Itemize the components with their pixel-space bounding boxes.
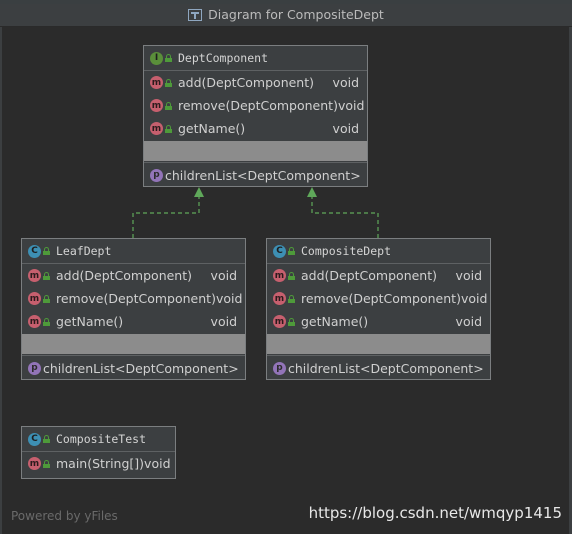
property-icon: p (28, 361, 41, 375)
method-name: add(DeptComponent) (178, 75, 315, 90)
public-lock-icon (288, 294, 295, 303)
method-row[interactable]: m getName() void (22, 310, 245, 333)
method-icon: m (28, 269, 41, 282)
method-row[interactable]: m remove(DeptComponent) void (144, 94, 367, 117)
inheritance-arrowhead-left (194, 187, 204, 197)
field-type: List<DeptComponent> (338, 360, 484, 376)
method-icon: m (28, 292, 41, 305)
public-lock-icon (288, 247, 295, 255)
method-type: void (332, 121, 359, 136)
method-type: void (215, 291, 243, 306)
compartment-separator (267, 334, 490, 354)
class-name: CompositeTest (56, 432, 147, 446)
field-row[interactable]: p children List<DeptComponent> (267, 355, 490, 380)
interface-icon: I (150, 51, 163, 65)
method-row[interactable]: m add(DeptComponent) void (144, 71, 367, 94)
method-icon: m (150, 99, 163, 112)
method-name: getName() (56, 314, 124, 329)
public-lock-icon (288, 317, 295, 326)
method-type: void (210, 314, 237, 329)
method-type: void (332, 75, 359, 90)
field-name: children (165, 167, 216, 183)
method-row[interactable]: m getName() void (144, 117, 367, 140)
method-icon: m (150, 122, 163, 135)
method-row[interactable]: m remove(DeptComponent) void (267, 287, 490, 310)
class-icon: C (28, 244, 41, 258)
method-name: add(DeptComponent) (301, 268, 438, 283)
field-name: children (43, 360, 94, 376)
method-row[interactable]: m remove(DeptComponent) void (22, 287, 245, 310)
class-icon: C (28, 432, 41, 446)
method-type: void (144, 456, 171, 471)
class-name: LeafDept (56, 244, 112, 258)
powered-by-label: Powered by yFiles (11, 509, 118, 523)
method-name: remove(DeptComponent) (178, 98, 338, 113)
method-icon: m (28, 457, 41, 470)
method-icon: m (273, 315, 286, 328)
field-type: List<DeptComponent> (93, 360, 239, 376)
node-compositedept[interactable]: C CompositeDept m add(DeptComponent) voi… (266, 238, 491, 380)
method-name: remove(DeptComponent) (301, 291, 461, 306)
method-row[interactable]: m add(DeptComponent) void (267, 264, 490, 287)
method-row[interactable]: m getName() void (267, 310, 490, 333)
node-header[interactable]: C CompositeTest (22, 427, 175, 452)
public-lock-icon (165, 124, 172, 133)
method-type: void (455, 268, 482, 283)
node-header[interactable]: C LeafDept (22, 239, 245, 264)
property-icon: p (273, 361, 286, 375)
field-type: List<DeptComponent> (215, 167, 361, 183)
public-lock-icon (165, 54, 172, 62)
compartment-separator (144, 141, 367, 161)
edge-compositedept-to-deptcomponent (311, 197, 379, 238)
public-lock-icon (165, 101, 172, 110)
method-row[interactable]: m main(String[]) void (22, 452, 175, 475)
public-lock-icon (165, 78, 172, 87)
method-name: add(DeptComponent) (56, 268, 193, 283)
method-icon: m (150, 76, 163, 89)
node-deptcomponent[interactable]: I DeptComponent m add(DeptComponent) voi… (143, 45, 368, 187)
edge-leafdept-to-deptcomponent (132, 197, 200, 238)
inheritance-arrowhead-right (307, 187, 317, 197)
class-icon: C (273, 244, 286, 258)
method-icon: m (273, 269, 286, 282)
public-lock-icon (43, 247, 50, 255)
public-lock-icon (288, 271, 295, 280)
node-compositetest[interactable]: C CompositeTest m main(String[]) void (21, 426, 176, 479)
method-name: remove(DeptComponent) (56, 291, 216, 306)
public-lock-icon (43, 294, 50, 303)
public-lock-icon (43, 317, 50, 326)
method-type: void (337, 98, 365, 113)
public-lock-icon (43, 459, 50, 468)
method-icon: m (28, 315, 41, 328)
compartment-separator (22, 334, 245, 354)
method-name: main(String[]) (56, 456, 145, 471)
watermark: https://blog.csdn.net/wmqyp1415 (308, 504, 562, 522)
public-lock-icon (43, 435, 50, 443)
method-type: void (460, 291, 488, 306)
public-lock-icon (43, 271, 50, 280)
field-row[interactable]: p children List<DeptComponent> (22, 355, 245, 380)
node-header[interactable]: C CompositeDept (267, 239, 490, 264)
node-leafdept[interactable]: C LeafDept m add(DeptComponent) void m r… (21, 238, 246, 380)
method-type: void (455, 314, 482, 329)
method-name: getName() (301, 314, 369, 329)
node-header[interactable]: I DeptComponent (144, 46, 367, 71)
method-icon: m (273, 292, 286, 305)
class-name: DeptComponent (178, 51, 269, 65)
property-icon: p (150, 168, 163, 182)
field-row[interactable]: p children List<DeptComponent> (144, 162, 367, 187)
field-name: children (288, 360, 339, 376)
class-name: CompositeDept (301, 244, 392, 258)
method-name: getName() (178, 121, 246, 136)
method-type: void (210, 268, 237, 283)
method-row[interactable]: m add(DeptComponent) void (22, 264, 245, 287)
